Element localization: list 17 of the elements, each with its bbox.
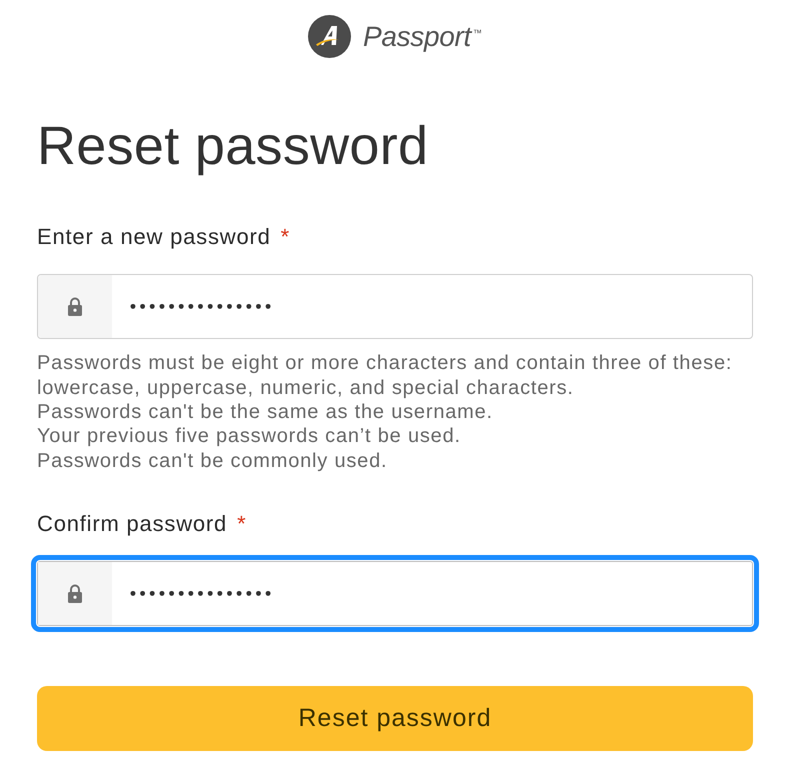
required-asterisk: * [280,222,290,251]
reset-password-button[interactable]: Reset password [37,686,753,752]
help-text: Passwords can't be commonly used. [37,448,388,473]
page-title: Reset password [37,115,430,178]
lock-icon [67,296,83,317]
field-label: Enter a new password [37,222,271,251]
field-label: Confirm password [37,510,228,538]
required-asterisk: * [237,510,246,538]
help-text: Your previous five passwords can’t be used. [37,424,462,449]
password-input[interactable]: ••••••••••••••• [112,562,752,626]
lock-icon [67,584,83,604]
logo-icon [308,15,351,58]
logo-wordmark: Passport [362,22,472,50]
help-text: Passwords can't be the same as the username. [37,400,494,424]
help-text: Passwords must be eight or more characters and contain three of these: lowercase, uppercase, numeric, and special characters. [37,351,734,400]
password-field[interactable]: ••••••••••••••• [31,555,759,632]
trademark-symbol: ™ [473,26,482,40]
